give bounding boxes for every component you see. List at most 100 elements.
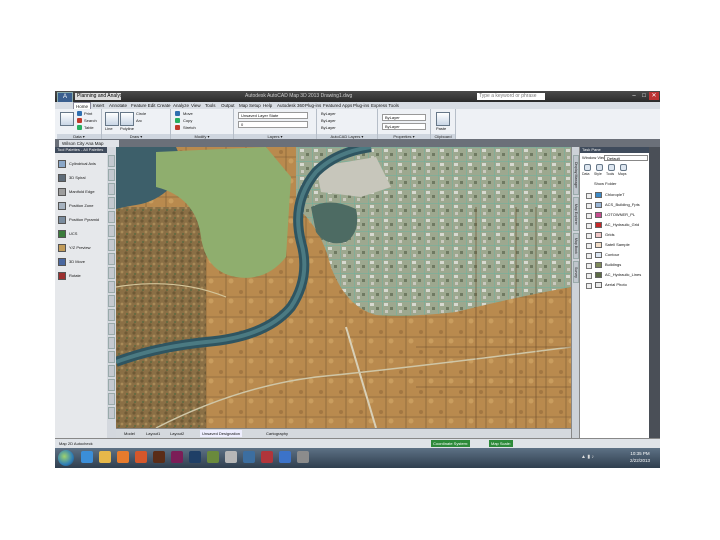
palette-tab[interactable] (108, 281, 115, 293)
drawing-area[interactable] (116, 147, 571, 428)
palette-tab[interactable] (108, 211, 115, 223)
paste-icon[interactable] (436, 112, 450, 126)
lineweight-dropdown[interactable]: ByLayer (382, 123, 426, 130)
app-icon-2[interactable] (225, 451, 237, 463)
system-tray[interactable]: ▲ ▮ ♪ (581, 454, 594, 460)
start-button[interactable] (58, 450, 74, 466)
ribbon-item-circle[interactable]: Circle (136, 111, 146, 116)
layer-visibility-checkbox[interactable] (586, 233, 592, 239)
tab-map-setup[interactable]: Map Setup (239, 102, 261, 109)
palette-item-cylindrical-axis[interactable]: Cylindrical Axis (58, 159, 104, 169)
ribbon-item-move[interactable]: Move (183, 111, 193, 116)
palette-tab[interactable] (108, 365, 115, 377)
connect-icon[interactable] (60, 112, 74, 126)
palette-tab[interactable] (108, 337, 115, 349)
coordinate-system-status[interactable]: Coordinate System: (431, 440, 471, 447)
palette-item-position-pyramid[interactable]: Position Pyramid (58, 215, 104, 225)
ribbon-item-search[interactable]: Search (84, 118, 97, 123)
tab-home[interactable]: Home (73, 102, 92, 109)
layer-row[interactable]: AC_Hydraulic_Lines (584, 271, 648, 280)
internet-explorer-icon[interactable] (81, 451, 93, 463)
tab-model[interactable]: Model (124, 430, 135, 437)
cartography-status[interactable]: Cartography (266, 430, 288, 437)
map-select[interactable]: Default (604, 155, 648, 161)
layer-row[interactable]: LOTOWNER_PL (584, 211, 648, 220)
app-icon-3[interactable] (243, 451, 255, 463)
layer-visibility-checkbox[interactable] (586, 203, 592, 209)
tab-output[interactable]: Output (221, 102, 235, 109)
palette-tab[interactable] (108, 379, 115, 391)
tab-express-tools[interactable]: Express Tools (371, 102, 399, 109)
palette-tab[interactable] (108, 393, 115, 405)
linetype-bylayer[interactable]: ByLayer (321, 118, 336, 123)
palette-item-3d-move[interactable]: 3D Move (58, 257, 104, 267)
tab-annotate[interactable]: Annotate (109, 102, 127, 109)
data-button[interactable]: Data (582, 164, 592, 178)
layer-state-dropdown[interactable]: Unsaved Layer State (238, 112, 308, 119)
photoshop-icon[interactable] (189, 451, 201, 463)
app-icon-4[interactable] (261, 451, 273, 463)
app-icon-1[interactable] (207, 451, 219, 463)
search-input[interactable]: Type a keyword or phrase (477, 93, 545, 100)
palette-tab[interactable] (108, 267, 115, 279)
tab-autodesk-360[interactable]: Autodesk 360 (277, 102, 305, 109)
ribbon-item-arc[interactable]: Arc (136, 118, 142, 123)
designation-status[interactable]: Unsaved Designation (200, 430, 243, 437)
map-scale-status[interactable]: Map Scale: (489, 440, 514, 447)
layer-row[interactable]: Satell Sample (584, 241, 648, 250)
tab-plug-ins[interactable]: Plug-ins (305, 102, 321, 109)
palette-tab[interactable] (108, 309, 115, 321)
layer-row[interactable]: Grids (584, 231, 648, 240)
indesign-icon[interactable] (171, 451, 183, 463)
media-player-icon[interactable] (117, 451, 129, 463)
tab-plug-ins-2[interactable]: Plug-ins (353, 102, 369, 109)
layer-visibility-checkbox[interactable] (586, 243, 592, 249)
palette-tab[interactable] (108, 407, 115, 419)
palette-item-position-zone[interactable]: Position Zone (58, 201, 104, 211)
palette-tab[interactable] (108, 295, 115, 307)
palette-item-rotate[interactable]: Rotate (58, 271, 104, 281)
autocad-map-icon[interactable] (279, 451, 291, 463)
tab-tools[interactable]: Tools (205, 102, 216, 109)
ribbon-item-line[interactable]: Line (105, 126, 113, 131)
layer-visibility-checkbox[interactable] (586, 263, 592, 269)
palette-tab[interactable] (108, 323, 115, 335)
palette-item-manifold-edge[interactable]: Manifold Edge (58, 187, 104, 197)
palette-item-preview[interactable]: Y/Z Preview (58, 243, 104, 253)
ribbon-item-polyline[interactable]: Polyline (120, 126, 134, 131)
linetype-dropdown[interactable]: ByLayer (382, 114, 426, 121)
show-folder-toggle[interactable]: Show Folder (594, 181, 616, 187)
ribbon-item-stretch[interactable]: Stretch (183, 125, 196, 130)
palette-tab[interactable] (108, 351, 115, 363)
palette-tab[interactable] (108, 197, 115, 209)
window-scrollbar[interactable] (649, 147, 660, 438)
style-button[interactable]: Style (594, 164, 604, 178)
palette-tab[interactable] (108, 225, 115, 237)
document-tab[interactable]: Wilson City Ana Map (59, 140, 119, 147)
close-button[interactable]: ✕ (649, 92, 659, 100)
layer-visibility-checkbox[interactable] (586, 213, 592, 219)
maximize-button[interactable]: □ (639, 92, 649, 100)
ribbon-item-paste[interactable]: Paste (436, 126, 446, 131)
palette-tab[interactable] (108, 253, 115, 265)
layer-row[interactable]: ChloropleT (584, 191, 648, 200)
layer-visibility-checkbox[interactable] (586, 273, 592, 279)
layer-row[interactable]: ACS_Building_Fpts (584, 201, 648, 210)
layer-row[interactable]: Aerial Photo (584, 281, 648, 290)
layer-visibility-checkbox[interactable] (586, 223, 592, 229)
tab-feature-edit[interactable]: Feature Edit (131, 102, 156, 109)
lineweight-bylayer[interactable]: ByLayer (321, 125, 336, 130)
palette-tab[interactable] (108, 169, 115, 181)
tab-analyze[interactable]: Analyze (173, 102, 189, 109)
clock[interactable]: 10:35 PM 2/22/2013 (623, 450, 657, 464)
ribbon-item-print[interactable]: Print (84, 111, 92, 116)
layer-visibility-checkbox[interactable] (586, 193, 592, 199)
line-icon[interactable] (105, 112, 119, 126)
firefox-icon[interactable] (135, 451, 147, 463)
palette-item-3d-spiral[interactable]: 3D Spiral (58, 173, 104, 183)
layer-row[interactable]: AC_Hydraulic_Grid (584, 221, 648, 230)
tab-view[interactable]: View (191, 102, 201, 109)
palette-tab[interactable] (108, 155, 115, 167)
illustrator-icon[interactable] (153, 451, 165, 463)
tab-insert[interactable]: Insert (93, 102, 104, 109)
